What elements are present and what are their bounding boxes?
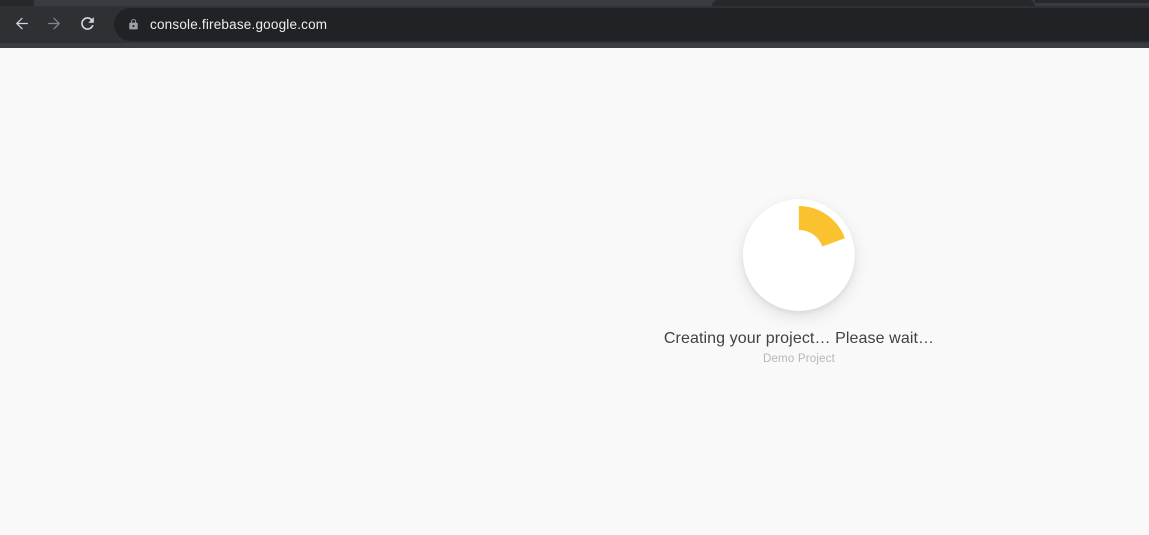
forward-arrow-icon xyxy=(45,14,64,36)
status-text: Creating your project… Please wait… xyxy=(664,330,934,348)
browser-toolbar: console.firebase.google.com xyxy=(0,6,1149,43)
back-arrow-icon xyxy=(12,14,31,36)
back-button[interactable] xyxy=(8,10,34,40)
spinner-arc xyxy=(799,206,845,246)
firebase-console-page: Creating your project… Please wait… Demo… xyxy=(0,48,1149,535)
project-creation-loader: Creating your project… Please wait… Demo… xyxy=(664,199,934,365)
tab-strip-right-edge xyxy=(1035,0,1149,3)
lock-icon[interactable] xyxy=(127,18,140,31)
forward-button[interactable] xyxy=(41,10,67,40)
browser-window: console.firebase.google.com Creating you… xyxy=(0,0,1149,535)
loading-spinner xyxy=(743,199,855,311)
reload-button[interactable] xyxy=(74,10,100,40)
url-text[interactable]: console.firebase.google.com xyxy=(150,17,327,32)
address-bar[interactable]: console.firebase.google.com xyxy=(114,8,1149,41)
project-name: Demo Project xyxy=(664,353,934,365)
reload-icon xyxy=(78,14,97,36)
